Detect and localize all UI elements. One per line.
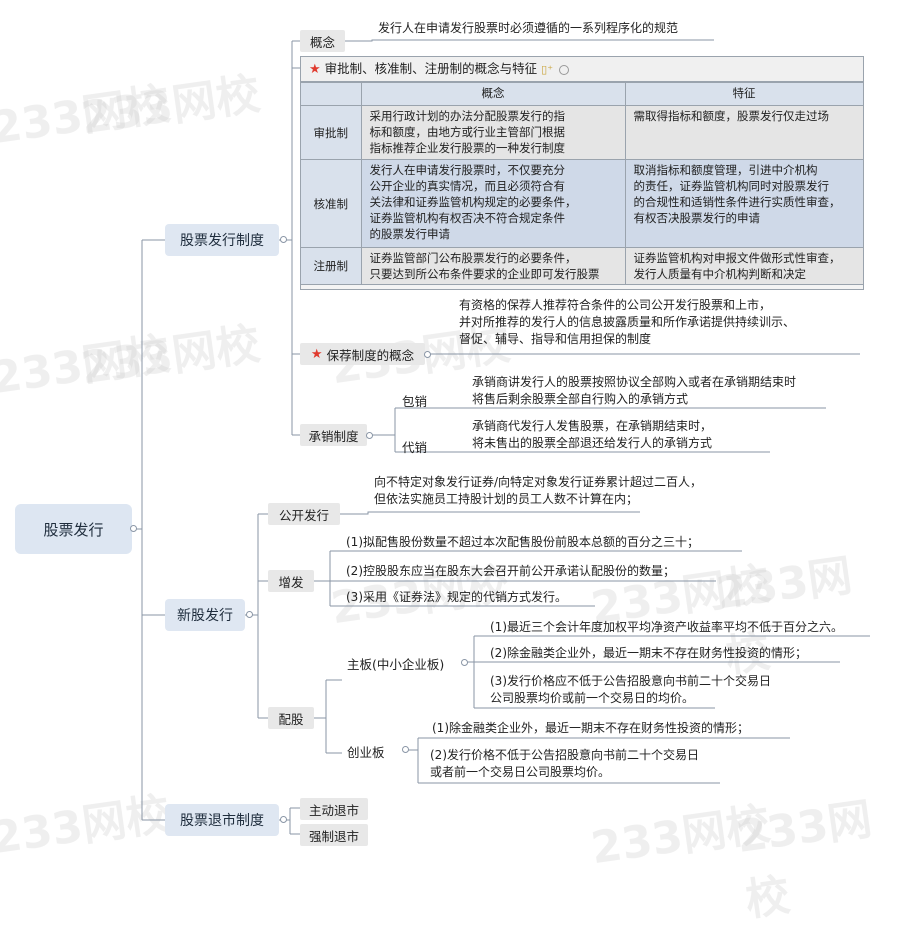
cell-line: 的股票发行申请 xyxy=(369,227,451,241)
note-icon: ▯⁺ xyxy=(541,63,554,76)
table-title: 审批制、核准制、注册制的概念与特征 xyxy=(324,61,538,76)
concept-text: 发行人在申请发行股票时必须遵循的一系列程序化的规范 xyxy=(378,21,679,35)
node-main-board[interactable]: 主板(中小企业板) xyxy=(347,654,444,673)
row-label: 注册制 xyxy=(301,247,362,285)
table-title-bar: ★ 审批制、核准制、注册制的概念与特征 ▯⁺ xyxy=(301,57,863,82)
node-voluntary-delisting[interactable]: 主动退市 xyxy=(300,798,368,820)
firm-commitment-text: 承销商讲发行人的股票按照协议全部购入或者在承销期结束时 将售后剩余股票全部自行购… xyxy=(472,374,796,408)
collapse-toggle-icon[interactable] xyxy=(461,659,468,666)
collapse-toggle-icon[interactable] xyxy=(559,64,570,75)
collapse-toggle-icon[interactable] xyxy=(402,746,409,753)
branch-new-issue[interactable]: 新股发行 xyxy=(165,599,245,631)
star-icon: ★ xyxy=(309,62,321,77)
node-label: 保荐制度的概念 xyxy=(326,347,415,363)
table-header: 概念 xyxy=(360,82,626,106)
star-icon: ★ xyxy=(310,346,323,362)
text-line: (2)发行价格不低于公告招股意向书前二十个交易日 xyxy=(430,748,699,762)
cell-line: 的责任，证券监管机构同时对股票发行 xyxy=(633,179,830,193)
branch-delisting[interactable]: 股票退市制度 xyxy=(165,804,279,836)
text-line: 向不特定对象发行证券/向特定对象发行证券累计超过二百人， xyxy=(374,475,703,489)
comparison-table-node[interactable]: ★ 审批制、核准制、注册制的概念与特征 ▯⁺ 概念 特征 审批制 采用行政计划的办法… xyxy=(300,56,864,290)
text-line: 并对所推荐的发行人的信息披露质量和所作承诺提供持续训示、 xyxy=(459,315,796,329)
row-label: 核准制 xyxy=(301,159,362,248)
text-line: 督促、辅导、指导和信用担保的制度 xyxy=(459,332,652,346)
node-public-offering[interactable]: 公开发行 xyxy=(268,503,340,525)
cell-line: 标和额度，由地方或行业主管部门根据 xyxy=(369,125,566,139)
row-feature: 证券监管机构对申报文件做形式性审查， 发行人质量有中介机构判断和决定 xyxy=(624,247,864,285)
text-line: 但依法实施员工持股计划的员工人数不计算在内； xyxy=(374,492,639,506)
text-line: 承销商讲发行人的股票按照协议全部购入或者在承销期结束时 xyxy=(472,375,797,389)
table-corner xyxy=(301,82,362,106)
text-line: 将售后剩余股票全部自行购入的承销方式 xyxy=(472,392,689,406)
text-line: 公司股票均价或前一个交易日的均价。 xyxy=(490,691,695,705)
additional-item: (2)控股股东应当在股东大会召开前公开承诺认配股份的数量； xyxy=(346,564,676,578)
table-header-row: 概念 特征 xyxy=(301,82,864,106)
table-row: 审批制 采用行政计划的办法分配股票发行的指 标和额度，由地方或行业主管部门根据 … xyxy=(301,105,864,160)
collapse-toggle-icon[interactable] xyxy=(366,432,373,439)
node-best-efforts[interactable]: 代销 xyxy=(402,437,427,456)
cell-line: 公开企业的真实情况，而且必须符合有 xyxy=(369,179,566,193)
branch-issuance-system[interactable]: 股票发行制度 xyxy=(165,224,279,256)
row-concept: 采用行政计划的办法分配股票发行的指 标和额度，由地方或行业主管部门根据 指标推荐… xyxy=(360,105,626,160)
node-compulsory-delisting[interactable]: 强制退市 xyxy=(300,824,368,846)
node-firm-commitment[interactable]: 包销 xyxy=(402,391,427,410)
cell-line: 证券监管部门公布股票发行的必要条件， xyxy=(369,251,577,265)
row-feature: 取消指标和额度管理，引进中介机构 的责任，证券监管机构同时对股票发行 的合规性和… xyxy=(624,159,864,248)
cell-line: 取消指标和额度管理，引进中介机构 xyxy=(633,163,818,177)
text-line: 承销商代发行人发售股票，在承销期结束时， xyxy=(472,419,713,433)
cell-line: 有权否决股票发行的申请 xyxy=(633,211,761,225)
node-gem-board[interactable]: 创业板 xyxy=(347,742,385,761)
text-line: 或者前一个交易日公司股票均价。 xyxy=(430,765,611,779)
collapse-toggle-icon[interactable] xyxy=(246,611,253,618)
table-row: 注册制 证券监管部门公布股票发行的必要条件， 只要达到所公布条件要求的企业即可发… xyxy=(301,247,864,285)
main-board-item: (2)除金融类企业外，最近一期末不存在财务性投资的情形； xyxy=(490,646,808,660)
collapse-toggle-icon[interactable] xyxy=(280,816,287,823)
collapse-toggle-icon[interactable] xyxy=(130,525,137,532)
comparison-table: 概念 特征 审批制 采用行政计划的办法分配股票发行的指 标和额度，由地方或行业主… xyxy=(301,82,864,285)
node-sponsor-system[interactable]: ★ 保荐制度的概念 xyxy=(300,343,425,365)
node-underwriting[interactable]: 承销制度 xyxy=(300,424,367,446)
cell-line: 关法律和证券监管机构规定的必要条件， xyxy=(369,195,577,209)
cell-line: 发行人质量有中介机构判断和决定 xyxy=(633,267,807,281)
additional-item: (1)拟配售股份数量不超过本次配售股份前股本总额的百分之三十； xyxy=(346,535,700,549)
row-label: 审批制 xyxy=(301,105,362,160)
cell-line: 的合规性和适销性条件进行实质性审查， xyxy=(633,195,841,209)
row-concept: 证券监管部门公布股票发行的必要条件， 只要达到所公布条件要求的企业即可发行股票 xyxy=(360,247,626,285)
cell-line: 指标推荐企业发行股票的一种发行制度 xyxy=(369,141,566,155)
gem-board-item: (1)除金融类企业外，最近一期末不存在财务性投资的情形； xyxy=(432,721,750,735)
root-node[interactable]: 股票发行 xyxy=(15,504,132,554)
cell-line: 需取得指标和额度，股票发行仅走过场 xyxy=(633,109,830,123)
node-additional-offering[interactable]: 增发 xyxy=(268,570,314,592)
cell-line: 证券监管机构对申报文件做形式性审查， xyxy=(633,251,841,265)
node-concept[interactable]: 概念 xyxy=(300,30,345,52)
cell-line: 证券监管机构有权否决不符合规定条件 xyxy=(369,211,566,225)
cell-line: 只要达到所公布条件要求的企业即可发行股票 xyxy=(369,267,600,281)
public-offering-text: 向不特定对象发行证券/向特定对象发行证券累计超过二百人， 但依法实施员工持股计划… xyxy=(374,474,702,508)
text-line: 将未售出的股票全部退还给发行人的承销方式 xyxy=(472,436,713,450)
additional-item: (3)采用《证券法》规定的代销方式发行。 xyxy=(346,590,567,604)
node-rights-offering[interactable]: 配股 xyxy=(268,707,314,729)
sponsor-text: 有资格的保荐人推荐符合条件的公司公开发行股票和上市， 并对所推荐的发行人的信息披… xyxy=(459,297,795,348)
table-row: 核准制 发行人在申请发行股票时，不仅要充分 公开企业的真实情况，而且必须符合有 … xyxy=(301,159,864,248)
cell-line: 发行人在申请发行股票时，不仅要充分 xyxy=(369,163,566,177)
collapse-toggle-icon[interactable] xyxy=(280,236,287,243)
main-board-item: (1)最近三个会计年度加权平均净资产收益率平均不低于百分之六。 xyxy=(490,620,844,634)
row-feature: 需取得指标和额度，股票发行仅走过场 xyxy=(624,105,864,160)
best-efforts-text: 承销商代发行人发售股票，在承销期结束时， 将未售出的股票全部退还给发行人的承销方… xyxy=(472,418,712,452)
text-line: (3)发行价格应不低于公告招股意向书前二十个交易日 xyxy=(490,674,772,688)
table-header: 特征 xyxy=(624,82,864,106)
gem-board-item: (2)发行价格不低于公告招股意向书前二十个交易日 或者前一个交易日公司股票均价。 xyxy=(430,747,699,781)
text-line: 有资格的保荐人推荐符合条件的公司公开发行股票和上市， xyxy=(459,298,772,312)
collapse-toggle-icon[interactable] xyxy=(424,351,431,358)
cell-line: 采用行政计划的办法分配股票发行的指 xyxy=(369,109,566,123)
row-concept: 发行人在申请发行股票时，不仅要充分 公开企业的真实情况，而且必须符合有 关法律和… xyxy=(360,159,626,248)
main-board-item: (3)发行价格应不低于公告招股意向书前二十个交易日 公司股票均价或前一个交易日的… xyxy=(490,673,771,707)
